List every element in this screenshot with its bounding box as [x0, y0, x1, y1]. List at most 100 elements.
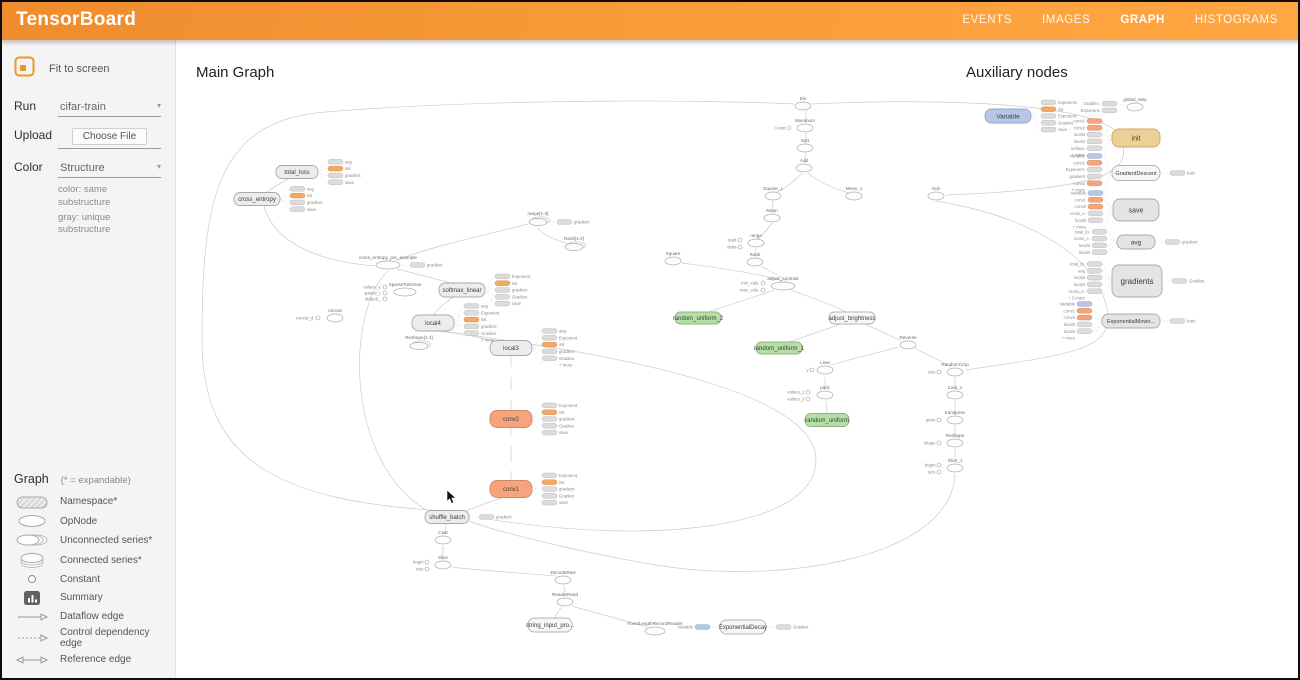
color-select[interactable]: Structure ▾ [58, 160, 161, 178]
constant-node[interactable] [937, 441, 941, 445]
proxy-chip[interactable] [1087, 154, 1102, 159]
proxy-chip[interactable] [1088, 197, 1103, 202]
graph-node-Cast_1[interactable]: Cast_1 [947, 385, 963, 399]
proxy-chip[interactable] [542, 423, 557, 428]
graph-node-ExponentialDecay[interactable]: ExponentialDecayGradien.Variable [678, 620, 810, 634]
proxy-chip[interactable] [1087, 160, 1102, 165]
proxy-chip[interactable] [1092, 243, 1107, 248]
proxy-chip[interactable] [1087, 268, 1102, 273]
proxy-chip[interactable] [1087, 275, 1102, 280]
graph-node-Maximum[interactable]: MaximumConst [774, 118, 815, 132]
proxy-chip[interactable] [328, 166, 343, 171]
constant-node[interactable] [937, 470, 941, 474]
proxy-chip[interactable] [1165, 240, 1180, 245]
constant-node[interactable] [787, 126, 791, 130]
proxy-chip[interactable] [542, 356, 557, 361]
constant-node[interactable] [316, 316, 320, 320]
constant-node[interactable] [761, 288, 765, 292]
graph-node-RandomCrop[interactable]: RandomCropsize [928, 362, 969, 376]
proxy-chip[interactable] [1077, 302, 1092, 307]
proxy-chip[interactable] [1092, 250, 1107, 255]
proxy-chip[interactable] [542, 342, 557, 347]
proxy-chip[interactable] [1087, 282, 1102, 287]
graph-pane[interactable]: Main Graph Auxiliary nodes total_lossavg… [176, 40, 1300, 680]
proxy-chip[interactable] [1088, 218, 1103, 223]
graph-node-random_uniform_2[interactable]: random_uniform_2 [673, 312, 724, 324]
proxy-chip[interactable] [1087, 262, 1102, 267]
graph-node-cepe[interactable]: cross_entropy_per_examplegradient [359, 255, 443, 269]
proxy-chip[interactable] [290, 200, 305, 205]
run-select[interactable]: cifar-train ▾ [58, 99, 161, 117]
proxy-chip[interactable] [1088, 204, 1103, 209]
proxy-chip[interactable] [410, 263, 425, 268]
graph-node-adjust_brightness[interactable]: adjust_brightness [828, 312, 875, 324]
graph-node-GradientDescent[interactable]: GradientDescenttrainVariableconv1Exponen… [1066, 154, 1196, 193]
choose-file-button[interactable]: Choose File [72, 128, 147, 145]
proxy-chip[interactable] [495, 301, 510, 306]
graph-node-string_input[interactable]: string_input_pro... [526, 618, 574, 632]
constant-node[interactable] [738, 238, 742, 242]
proxy-chip[interactable] [495, 274, 510, 279]
graph-node-total_loss[interactable]: total_lossavginitgradientsave [276, 159, 361, 184]
constant-node[interactable] [937, 418, 941, 422]
graph-node-random_uniform[interactable]: random_uniform [805, 414, 849, 427]
graph-node-range13[interactable]: range[1-3]gradient [528, 211, 591, 226]
graph-node-random_uniform_1[interactable]: random_uniform_1 [754, 342, 805, 354]
graph-canvas[interactable]: total_lossavginitgradientsavecross_entro… [176, 40, 1300, 680]
proxy-chip[interactable] [1092, 229, 1107, 234]
proxy-chip[interactable] [1077, 329, 1092, 334]
proxy-chip[interactable] [1041, 114, 1056, 119]
graph-node-Cast[interactable]: Cast [435, 530, 451, 544]
graph-node-rank12[interactable]: Rank[1-2] [564, 236, 585, 251]
graph-node-DecodeRaw[interactable]: DecodeRaw [550, 570, 576, 584]
constant-node[interactable] [810, 368, 814, 372]
proxy-chip[interactable] [1172, 279, 1187, 284]
graph-node-transpose[interactable]: transposeperm [926, 410, 966, 424]
proxy-chip[interactable] [290, 193, 305, 198]
graph-node-Mean[interactable]: Mean [764, 208, 780, 222]
proxy-chip[interactable] [1087, 289, 1102, 294]
proxy-chip[interactable] [464, 331, 479, 336]
proxy-chip[interactable] [328, 180, 343, 185]
graph-node-conv1[interactable]: conv1Exponent.initgradientGradien.save [490, 473, 578, 505]
proxy-chip[interactable] [1077, 315, 1092, 320]
constant-node[interactable] [383, 285, 387, 289]
proxy-chip[interactable] [495, 281, 510, 286]
proxy-chip[interactable] [1102, 101, 1117, 106]
proxy-chip[interactable] [464, 324, 479, 329]
nav-tab-images[interactable]: IMAGES [1042, 14, 1090, 26]
graph-node-gradients[interactable]: gradientsGradien.total_lo.avglocal3local… [1068, 262, 1206, 301]
graph-node-Square_1[interactable]: Square_1 [763, 186, 783, 200]
proxy-chip[interactable] [495, 288, 510, 293]
proxy-chip[interactable] [542, 493, 557, 498]
graph-node-Reverse[interactable]: Reverse [899, 335, 917, 349]
graph-node-concat[interactable]: concatconcat_d. [296, 308, 343, 322]
graph-node-pack[interactable]: packvalues_1values_2 [787, 385, 833, 402]
graph-node-reshape13[interactable]: Reshape[1-3] [405, 335, 433, 350]
fit-to-screen-button[interactable]: Fit to screen [0, 54, 175, 92]
graph-node-save[interactable]: saveVariableconv1conv2cross_e.local3+ mo… [1070, 191, 1159, 230]
graph-node-Mean_1[interactable]: Mean_1 [846, 186, 863, 200]
proxy-chip[interactable] [1087, 139, 1102, 144]
proxy-chip[interactable] [1041, 100, 1056, 105]
proxy-chip[interactable] [542, 410, 557, 415]
proxy-chip[interactable] [464, 304, 479, 309]
proxy-chip[interactable] [1087, 181, 1102, 186]
proxy-chip[interactable] [1087, 132, 1102, 137]
graph-node-cross_entropy[interactable]: cross_entropyavginitgradientsave [234, 186, 323, 211]
constant-node[interactable] [383, 297, 387, 301]
proxy-chip[interactable] [542, 473, 557, 478]
proxy-chip[interactable] [464, 317, 479, 322]
proxy-chip[interactable] [1087, 119, 1102, 124]
graph-node-Rank[interactable]: Rank [747, 252, 763, 266]
proxy-chip[interactable] [542, 417, 557, 422]
proxy-chip[interactable] [1088, 191, 1103, 196]
proxy-chip[interactable] [495, 294, 510, 299]
proxy-chip[interactable] [1087, 167, 1102, 172]
proxy-chip[interactable] [290, 186, 305, 191]
graph-node-Add[interactable]: Add [796, 158, 812, 172]
proxy-chip[interactable] [542, 430, 557, 435]
proxy-chip[interactable] [557, 220, 572, 225]
proxy-chip[interactable] [1170, 319, 1185, 324]
constant-node[interactable] [806, 397, 810, 401]
